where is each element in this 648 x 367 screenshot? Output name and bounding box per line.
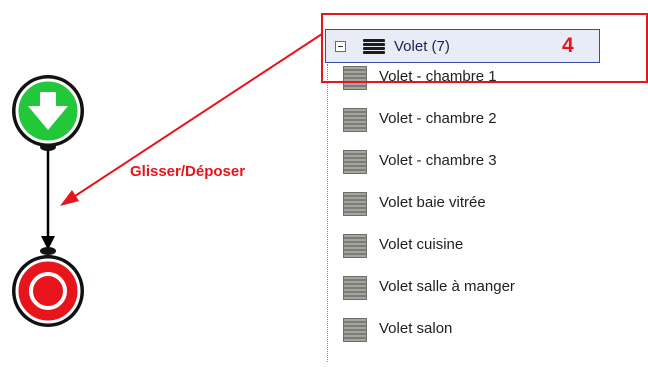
tree-item[interactable]: Volet cuisine <box>343 234 603 276</box>
shutter-icon <box>343 108 367 132</box>
tree-item[interactable]: Volet - chambre 3 <box>343 150 603 192</box>
tree-item[interactable]: Volet salle à manger <box>343 276 603 318</box>
shutter-icon <box>343 150 367 174</box>
tree-item-label: Volet - chambre 2 <box>379 110 497 127</box>
end-node[interactable] <box>12 255 84 327</box>
tree-item[interactable]: Volet - chambre 2 <box>343 108 603 150</box>
tree-item-label: Volet - chambre 3 <box>379 152 497 169</box>
tree-items: Volet - chambre 1 Volet - chambre 2 Vole… <box>343 66 603 360</box>
drag-annotation-arrow <box>60 33 323 206</box>
shutter-icon <box>343 192 367 216</box>
tree-item[interactable]: Volet salon <box>343 318 603 360</box>
tree-item-label: Volet cuisine <box>379 236 464 253</box>
tree-item[interactable]: Volet baie vitrée <box>343 192 603 234</box>
step-highlight-box <box>321 13 648 83</box>
tree-item-label: Volet salon <box>379 320 453 337</box>
shutter-icon <box>343 234 367 258</box>
end-port <box>40 247 56 255</box>
tree-guide-line <box>327 64 328 362</box>
drag-drop-label: Glisser/Déposer <box>130 163 246 180</box>
shutter-icon <box>343 318 367 342</box>
shutter-icon <box>343 276 367 300</box>
start-node[interactable] <box>12 75 84 147</box>
tree-item-label: Volet baie vitrée <box>379 194 486 211</box>
tree-item-label: Volet salle à manger <box>379 278 515 295</box>
